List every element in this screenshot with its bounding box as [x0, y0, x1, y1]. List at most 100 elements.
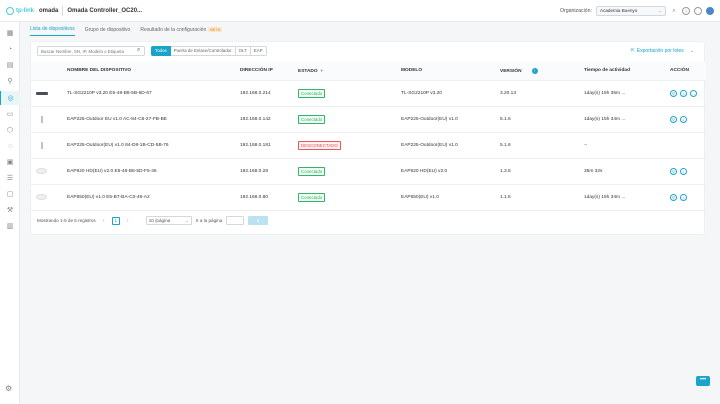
batch-export-button[interactable]: ⇱ Exportación por lotes ⌄: [631, 48, 694, 54]
device-name[interactable]: EAP650(EU) v1.0 E5-B7-BA-C0-48-A2: [67, 184, 240, 211]
col-model[interactable]: MODELO: [401, 62, 500, 81]
col-image: [31, 62, 67, 81]
org-label: Organización:: [559, 8, 592, 14]
tab-device-list[interactable]: Lista de dispositivos: [30, 26, 75, 36]
locate-icon[interactable]: ⚲: [670, 167, 677, 175]
top-bar: tp-link omada Omada Controller_OC20... O…: [0, 0, 720, 22]
schedule-icon[interactable]: ▣: [0, 155, 20, 169]
info-icon[interactable]: i: [680, 115, 687, 123]
chevron-down-icon: ⌄: [658, 8, 662, 13]
info-icon[interactable]: i: [680, 167, 687, 175]
go-button[interactable]: Ir: [248, 216, 269, 225]
device-version: 1.3.5: [500, 158, 584, 185]
map-icon[interactable]: ▤: [0, 58, 20, 72]
filter-olt[interactable]: OLT: [235, 46, 251, 56]
info-icon[interactable]: i: [680, 193, 687, 201]
device-actions: ⚲ i: [670, 158, 706, 185]
help-icon[interactable]: ?: [682, 7, 690, 15]
clients-icon[interactable]: ▭: [0, 107, 20, 121]
col-ip[interactable]: DIRECCIÓN IP: [240, 62, 298, 81]
filter-gateway[interactable]: Puerta de Enlace/Controlador: [170, 46, 236, 56]
filter-eap[interactable]: EAP: [250, 46, 267, 56]
device-name[interactable]: TL-SG2210P v3.20 E5-48-B8-5B-6D-67: [67, 80, 240, 107]
info-icon[interactable]: i: [680, 89, 687, 97]
goto-page-input[interactable]: [226, 216, 245, 225]
device-name[interactable]: EAP620 HD(EU) v2.0 E5-48-B8-5D-F5-46: [67, 158, 240, 185]
search-icon[interactable]: ⌕: [137, 47, 140, 54]
tp-link-logo[interactable]: tp-link omada: [6, 6, 59, 15]
device-name[interactable]: EAP225-Outdoor(EU) v1.0 84-D8-1B-CD-5B-7…: [67, 132, 240, 159]
device-model: EAP650(EU) v1.0: [401, 184, 500, 211]
locate-icon[interactable]: ⚲: [670, 193, 677, 201]
insights-icon[interactable]: ⬡: [0, 123, 20, 137]
search-input[interactable]: [37, 46, 145, 56]
device-ip: 192.168.0.142: [240, 106, 298, 133]
device-list-panel: ⌕ Todos Puerta de Enlace/Controlador OLT…: [30, 41, 706, 235]
col-version[interactable]: VERSIÓN ↑: [500, 62, 584, 81]
device-uptime: 1day(s) 15h 34m ...: [584, 184, 670, 211]
devices-icon[interactable]: ◎: [0, 91, 20, 105]
device-image: [31, 106, 67, 133]
avatar[interactable]: [706, 7, 714, 15]
chat-icon[interactable]: •••: [696, 376, 710, 386]
product-name: omada: [39, 7, 59, 14]
notification-icon[interactable]: [694, 7, 702, 15]
table-row[interactable]: TL-SG2210P v3.20 E5-48-B8-5B-6D-67 192.1…: [31, 80, 706, 107]
location-icon[interactable]: ⚲: [0, 74, 20, 88]
device-ip: 192.168.0.214: [240, 80, 298, 107]
table-row[interactable]: EAP650(EU) v1.0 E5-B7-BA-C0-48-A2 192.16…: [31, 184, 706, 211]
settings-icon[interactable]: ⚙: [5, 384, 12, 393]
status-badge: Conectado: [298, 88, 326, 98]
statistics-icon[interactable]: ◔: [0, 42, 20, 56]
prev-page-button[interactable]: ‹: [100, 217, 108, 225]
page-size-select[interactable]: 10 /página ⌄: [145, 216, 192, 225]
reports-icon[interactable]: ▥: [0, 219, 20, 233]
tab-config-result[interactable]: Resultado de la configuración BETA: [140, 26, 223, 36]
status-badge: Conectado: [298, 114, 326, 124]
device-actions: ⚲ i: [670, 106, 706, 133]
col-version-label: VERSIÓN: [500, 68, 522, 74]
chevron-down-icon: ⌄: [689, 48, 694, 54]
org-select[interactable]: Academia Buenyo ⌄: [596, 6, 666, 16]
chevron-down-icon: ⌄: [185, 218, 189, 223]
tab-config-result-label: Resultado de la configuración: [140, 26, 207, 33]
device-tabs: Lista de dispositivos Grupo de dispositi…: [30, 26, 223, 36]
goto-label: Ir a la página: [195, 218, 223, 223]
logs-icon[interactable]: ☰: [0, 171, 20, 185]
search-icon[interactable]: ⌕: [670, 7, 678, 15]
table-row[interactable]: EAP225-Outdoor EU v1.0 AC-84-C6-27-FB-BE…: [31, 106, 706, 133]
status-badge: DESCONECTADO: [298, 140, 341, 150]
filter-all[interactable]: Todos: [151, 46, 171, 56]
col-status[interactable]: ESTADO ▼: [298, 62, 401, 81]
table-row[interactable]: EAP225-Outdoor(EU) v1.0 84-D8-1B-CD-5B-7…: [31, 132, 706, 159]
col-name[interactable]: NOMBRE DEL DISPOSITIVO: [67, 62, 240, 81]
divider: [62, 5, 64, 16]
hotspot-icon[interactable]: ◌: [0, 139, 20, 153]
next-page-button[interactable]: ›: [124, 217, 132, 225]
filter-icon[interactable]: ▼: [320, 68, 324, 73]
dashboard-icon[interactable]: ▦: [0, 26, 20, 40]
table-row[interactable]: EAP620 HD(EU) v2.0 E5-48-B8-5D-F5-46 192…: [31, 158, 706, 185]
device-uptime: 1day(s) 15h 34m ...: [584, 106, 670, 133]
device-status-cell: Conectado: [298, 184, 401, 211]
device-model: TL-SG2210P v3.20: [401, 80, 500, 107]
status-badge: Conectado: [298, 166, 326, 176]
locate-icon[interactable]: ⚲: [670, 115, 677, 123]
device-uptime: --: [584, 132, 670, 159]
tab-device-group[interactable]: Grupo de dispositivo: [85, 27, 131, 36]
beta-badge: BETA: [208, 26, 223, 32]
sync-icon[interactable]: ↔: [690, 89, 697, 97]
device-name[interactable]: EAP225-Outdoor EU v1.0 AC-84-C6-27-FB-BE: [67, 106, 240, 133]
col-uptime[interactable]: Tiempo de actividad: [584, 62, 670, 81]
page-number[interactable]: 1: [111, 216, 120, 225]
audit-icon[interactable]: ▢: [0, 187, 20, 201]
site-name[interactable]: Omada Controller_OC20...: [67, 8, 142, 14]
locate-icon[interactable]: ⚲: [670, 89, 677, 97]
tp-link-logo-icon: [6, 6, 14, 15]
export-icon: ⇱: [630, 48, 635, 54]
tools-icon[interactable]: ⚒: [0, 203, 20, 217]
device-status-cell: Conectado: [298, 106, 401, 133]
device-status-cell: DESCONECTADO: [298, 132, 401, 159]
sidebar: ▦ ◔ ▤ ⚲ ◎ ▭ ⬡ ◌ ▣ ☰ ▢ ⚒ ▥: [0, 22, 20, 404]
info-icon[interactable]: ↑: [531, 67, 538, 74]
